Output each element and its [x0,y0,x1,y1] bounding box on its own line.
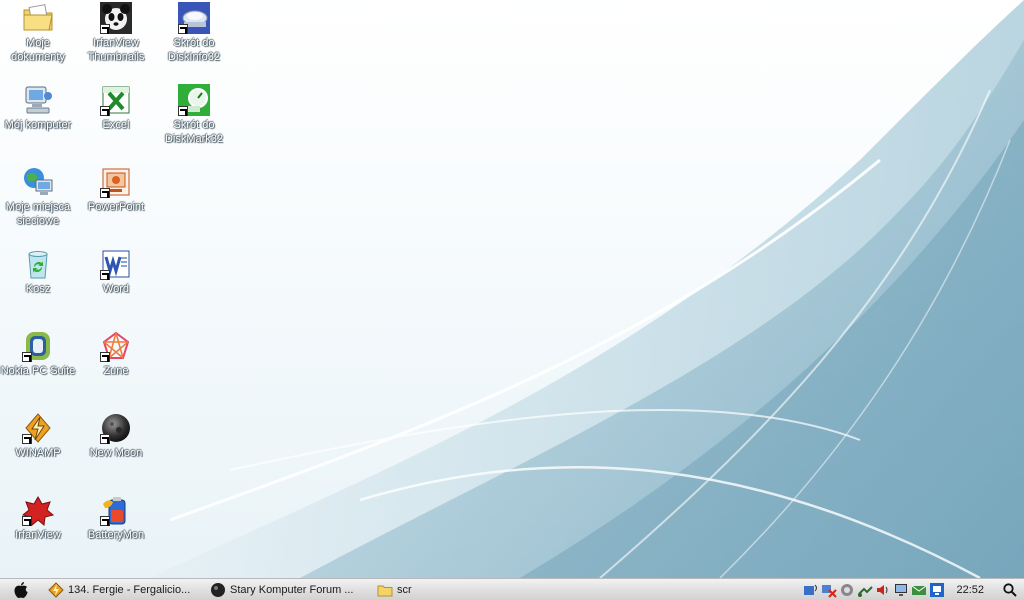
shortcut-arrow-icon [100,270,110,280]
recycle-bin-icon [22,248,54,280]
security-shield-icon[interactable] [839,582,855,598]
display-icon[interactable] [893,582,909,598]
excel-icon [100,84,132,116]
desktop-icon-label: Moje miejsca sieciowe [5,201,71,227]
desktop-icon-diskinfo32[interactable]: Skrót do DiskInfo32 [156,2,232,64]
moon-icon [211,582,225,597]
taskbar-task-winamp[interactable]: 134. Fergie - Fergalicio... [42,580,204,600]
shortcut-arrow-icon [100,516,110,526]
computer-icon [22,84,54,116]
desktop-icon-irfanview-thumbnails[interactable]: IrfanView Thumbnails [78,2,154,64]
volume-icon[interactable] [875,582,891,598]
desktop-icon-word[interactable]: Word [78,248,154,296]
desktop-icon-excel[interactable]: Excel [78,84,154,132]
shortcut-arrow-icon [178,106,188,116]
taskbar-task-label: scr [397,583,412,596]
desktop-icon-label: Zune [103,365,129,377]
desktop-icon-label: Mój komputer [4,119,72,131]
shortcut-arrow-icon [100,188,110,198]
powerpoint-icon [100,166,132,198]
shortcut-arrow-icon [100,352,110,362]
folder-documents-icon [22,2,54,34]
search-button[interactable] [1000,580,1020,600]
winamp-icon [22,412,54,444]
desktop-icon-label: WINAMP [15,447,61,459]
bluetooth-icon[interactable] [803,582,819,598]
taskbar-task-browser[interactable]: Stary Komputer Forum ... [204,580,371,600]
taskbar-task-folder[interactable]: scr [371,580,443,600]
desktop-icon-label: Skrót do DiskMark32 [164,119,224,145]
moon-icon [100,412,132,444]
desktop-icon-my-documents[interactable]: Moje dokumenty [0,2,76,64]
apple-icon [14,581,28,598]
taskbar-task-label: 134. Fergie - Fergalicio... [68,583,191,596]
disk-drive-icon [178,2,210,34]
battery-icon [100,494,132,526]
taskbar: 134. Fergie - Fergalicio... Stary Komput… [0,578,1024,600]
desktop-icon-network-places[interactable]: Moje miejsca sieciowe [0,166,76,228]
panda-icon [100,2,132,34]
desktop[interactable]: Moje dokumenty Mój komputer Moje miejsca… [0,0,1024,578]
shortcut-arrow-icon [100,434,110,444]
shortcut-arrow-icon [100,24,110,34]
shortcut-arrow-icon [178,24,188,34]
usb-safely-remove-icon[interactable] [857,582,874,598]
desktop-icon-nokia-pc-suite[interactable]: Nokia PC Suite [0,330,76,378]
desktop-icon-irfanview[interactable]: IrfanView [0,494,76,542]
irfanview-icon [22,494,54,526]
desktop-icon-zune[interactable]: Zune [78,330,154,378]
word-icon [100,248,132,280]
shortcut-arrow-icon [22,434,32,444]
search-icon [1003,582,1017,597]
shortcut-arrow-icon [22,352,32,362]
desktop-icon-label: BatteryMon [87,529,145,541]
desktop-icon-label: IrfanView Thumbnails [87,37,145,63]
desktop-icon-my-computer[interactable]: Mój komputer [0,84,76,132]
desktop-icon-label: Kosz [25,283,51,295]
desktop-icon-label: Word [102,283,130,295]
desktop-icon-diskmark32[interactable]: Skrót do DiskMark32 [156,84,232,146]
taskbar-task-label: Stary Komputer Forum ... [230,583,354,596]
desktop-icon-label: Moje dokumenty [11,37,65,63]
clock[interactable]: 22:52 [956,584,984,596]
shortcut-arrow-icon [100,106,110,116]
desktop-icon-winamp[interactable]: WINAMP [0,412,76,460]
desktop-icon-new-moon[interactable]: New Moon [78,412,154,460]
system-tray: 22:52 [802,579,1024,600]
desktop-icon-label: Skrót do DiskInfo32 [168,37,220,63]
desktop-icon-label: PowerPoint [87,201,145,213]
mail-icon[interactable] [911,582,927,598]
zune-icon [100,330,132,362]
network-disconnected-icon[interactable] [821,582,838,598]
connection-status-icon[interactable] [929,582,945,598]
disk-benchmark-icon [178,84,210,116]
desktop-icon-label: IrfanView [15,529,61,541]
desktop-icon-label: Excel [102,119,130,131]
folder-icon [377,585,393,596]
desktop-icon-label: Nokia PC Suite [0,365,76,377]
network-globe-icon [22,166,54,198]
desktop-icon-powerpoint[interactable]: PowerPoint [78,166,154,214]
desktop-icon-label: New Moon [89,447,143,459]
desktop-icon-batterymon[interactable]: BatteryMon [78,494,154,542]
desktop-icon-recycle-bin[interactable]: Kosz [0,248,76,296]
winamp-icon [48,581,64,598]
shortcut-arrow-icon [22,516,32,526]
start-button[interactable] [0,580,42,600]
nokia-pc-suite-icon [22,330,54,362]
